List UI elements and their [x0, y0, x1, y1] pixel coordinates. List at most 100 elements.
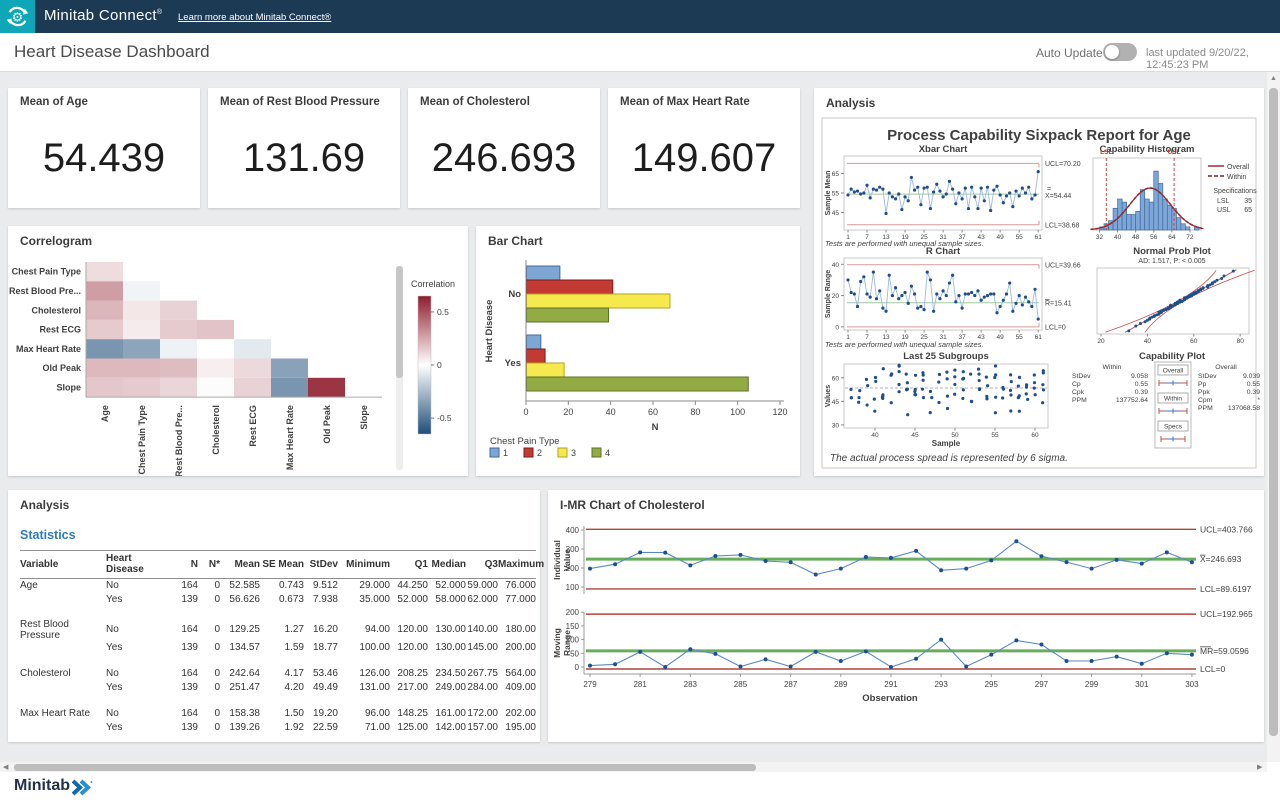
- kpi-value: 149.607: [608, 136, 800, 181]
- auto-update-toggle[interactable]: [1103, 43, 1137, 61]
- imr-mr-ucl: UCL=192.965: [1200, 609, 1253, 619]
- corr-row-label: Slope: [56, 382, 81, 392]
- svg-text:Cpm: Cpm: [1198, 397, 1213, 404]
- svg-text:Ppk: Ppk: [1198, 389, 1210, 396]
- imr-mr-y-label: Moving: [552, 628, 562, 658]
- stats-col-header: SE Mean: [260, 551, 304, 579]
- correlogram-card: Correlogram Chest Pain TypeRest Blood Pr…: [8, 226, 468, 476]
- horizontal-scrollbar-thumb[interactable]: [14, 764, 756, 771]
- bar-legend-item: 4: [605, 448, 610, 458]
- xbar-y-tick: 65: [832, 171, 840, 178]
- rchart-title: R Chart: [926, 246, 961, 257]
- scroll-up-arrow-icon[interactable]: ▲: [1270, 75, 1277, 82]
- last25-y-label: Values: [825, 385, 832, 407]
- xbar-x-tick: 49: [997, 234, 1005, 241]
- last25-y-tick: 60: [832, 375, 840, 382]
- statistics-heading: Statistics: [20, 528, 76, 542]
- stats-cell: 234.50: [428, 667, 466, 681]
- svg-text:9.058: 9.058: [1131, 373, 1148, 380]
- corr-row-label: Rest ECG: [39, 325, 81, 335]
- stats-cell: 77.000: [498, 593, 536, 607]
- learn-more-link[interactable]: Learn more about Minitab Connect®: [178, 12, 331, 23]
- kpi-title: Mean of Rest Blood Pressure: [220, 96, 380, 108]
- bar-x-tick: 80: [690, 407, 700, 417]
- rchart-x-tick: 55: [1016, 334, 1024, 341]
- imr-title: I-MR Chart of Cholesterol: [560, 498, 705, 512]
- toggle-knob: [1105, 45, 1119, 59]
- hist-usl-label: USL: [1168, 149, 1181, 156]
- stats-cell: 53.46: [304, 667, 338, 681]
- minitab-chevron-logo-icon: [72, 779, 94, 797]
- imr-x-tick: 291: [884, 680, 898, 689]
- sixpack-footnote: The actual process spread is represented…: [830, 453, 1068, 464]
- kpi-card-1: Mean of Age54.439: [8, 88, 200, 208]
- xbar-title: Xbar Chart: [919, 144, 968, 155]
- stats-col-header: StDev: [304, 551, 338, 579]
- stats-cell: 130.00: [428, 619, 466, 641]
- statistics-table: VariableHeart DiseaseNN*MeanSE MeanStDev…: [20, 550, 536, 735]
- stats-cell: 125.00: [390, 721, 428, 735]
- top-navbar: ⚙ Minitab Connect® Learn more about Mini…: [0, 0, 1280, 33]
- stats-cell: 120.00: [390, 619, 428, 641]
- stats-cell: 242.64: [220, 667, 260, 681]
- kpi-title: Mean of Age: [20, 96, 88, 108]
- corr-legend-tick: 0: [437, 360, 442, 370]
- npp-x-tick: 60: [1190, 338, 1198, 345]
- stats-cell: 58.000: [428, 593, 466, 607]
- rchart-ucl: UCL=39.66: [1045, 262, 1081, 269]
- bar-x-tick: 40: [606, 407, 616, 417]
- svg-text:StDev: StDev: [1198, 373, 1217, 380]
- stats-cell: 142.00: [428, 721, 466, 735]
- stats-cell: [20, 721, 106, 735]
- xbar-y-tick: 45: [832, 210, 840, 217]
- scroll-right-arrow-icon[interactable]: ▶: [1257, 763, 1262, 771]
- capplot-box-label: Overall: [1163, 368, 1184, 375]
- svg-text:0.55: 0.55: [1135, 381, 1148, 388]
- corr-col-label: Rest ECG: [248, 405, 258, 447]
- kpi-card-2: Mean of Rest Blood Pressure131.69: [208, 88, 400, 208]
- stats-col-header: Minimum: [338, 551, 390, 579]
- stats-cell: 249.00: [428, 681, 466, 695]
- capplot-overall-title: Overall: [1215, 364, 1237, 371]
- imr-i-ucl: UCL=403.766: [1200, 524, 1253, 534]
- stats-cell: 94.00: [338, 619, 390, 641]
- stats-cell: 208.25: [390, 667, 428, 681]
- stats-col-header: Heart Disease: [106, 551, 168, 579]
- stats-cell: Rest Blood Pressure: [20, 619, 106, 641]
- imr-mr-lcl: LCL=0: [1200, 664, 1226, 674]
- imr-x-label: Observation: [862, 693, 918, 704]
- stats-cell: 148.25: [390, 707, 428, 721]
- stats-cell: 157.00: [466, 721, 498, 735]
- imr-chart-card: I-MR Chart of Cholesterol 400300200100UC…: [548, 490, 1264, 742]
- last25-title: Last 25 Subgroups: [903, 351, 989, 362]
- sixpack-analysis-card: Analysis Process Capability Sixpack Repo…: [814, 88, 1264, 476]
- stats-cell: 161.00: [428, 707, 466, 721]
- stats-cell: 52.000: [428, 579, 466, 593]
- scroll-left-arrow-icon[interactable]: ◀: [3, 763, 8, 771]
- stats-cell: 139: [168, 721, 198, 735]
- auto-update-label: Auto Update: [1036, 46, 1103, 60]
- table-row: Yes1390139.261.9222.5971.00125.00142.001…: [20, 721, 536, 735]
- stats-cell: 16.20: [304, 619, 338, 641]
- stats-cell: 120.00: [390, 641, 428, 655]
- xbar-x-tick: 55: [1016, 234, 1024, 241]
- horizontal-scrollbar[interactable]: ◀ ▶: [0, 762, 1267, 772]
- kpi-title: Mean of Cholesterol: [420, 96, 530, 108]
- correlogram-chart: Chest Pain TypeRest Blood Pre...Choleste…: [8, 226, 468, 476]
- svg-text:0.39: 0.39: [1247, 389, 1260, 396]
- stats-cell: 126.00: [338, 667, 390, 681]
- vertical-scrollbar-thumb[interactable]: [1269, 88, 1278, 736]
- npp-x-tick: 20: [1097, 338, 1105, 345]
- last25-y-tick: 30: [832, 422, 840, 429]
- stats-cell: 7.938: [304, 593, 338, 607]
- stats-cell: 0: [198, 619, 220, 641]
- svg-text:0.55: 0.55: [1247, 381, 1260, 388]
- sixpack-report: Process Capability Sixpack Report for Ag…: [814, 88, 1264, 476]
- svg-text:65: 65: [1244, 207, 1252, 214]
- stats-cell: 158.38: [220, 707, 260, 721]
- svg-text:9.039: 9.039: [1243, 373, 1260, 380]
- corr-col-label: Cholesterol: [211, 405, 221, 455]
- stats-cell: Yes: [106, 681, 168, 695]
- svg-text:Cp: Cp: [1072, 381, 1081, 388]
- vertical-scrollbar[interactable]: ▲: [1267, 72, 1280, 762]
